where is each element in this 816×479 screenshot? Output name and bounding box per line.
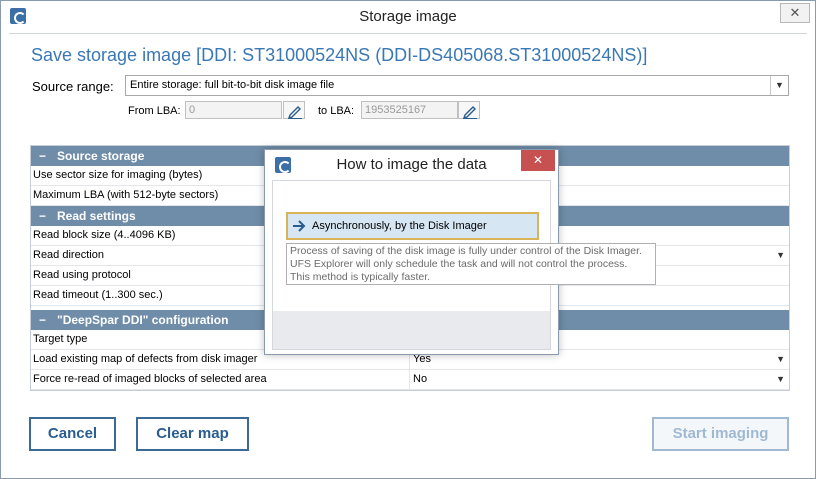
- row-name: Load existing map of defects from disk i…: [33, 353, 258, 365]
- arrow-right-icon: [293, 220, 306, 232]
- cancel-button[interactable]: Cancel: [29, 417, 116, 451]
- row-value[interactable]: No: [413, 370, 427, 389]
- pencil-icon: [287, 106, 302, 119]
- tooltip-line: This method is typically faster.: [290, 271, 431, 283]
- row-name: Read using protocol: [33, 269, 131, 281]
- group-title: Read settings: [57, 209, 136, 223]
- edit-to-lba-button[interactable]: [458, 101, 480, 119]
- start-imaging-button[interactable]: Start imaging: [652, 417, 789, 451]
- row-name: Maximum LBA (with 512-byte sectors): [33, 189, 219, 201]
- from-lba-input[interactable]: 0: [185, 101, 282, 119]
- pencil-icon: [462, 106, 477, 119]
- to-lba-label: to LBA:: [318, 105, 355, 117]
- async-option-button[interactable]: Asynchronously, by the Disk Imager: [286, 212, 539, 240]
- window-title: Storage image: [359, 8, 457, 25]
- grid-row[interactable]: Force re-read of imaged blocks of select…: [31, 370, 789, 390]
- row-name: Target type: [33, 333, 88, 345]
- row-name: Use sector size for imaging (bytes): [33, 169, 203, 181]
- title-bar: Storage image ✕: [1, 1, 815, 33]
- option-label: Asynchronously, by the Disk Imager: [312, 220, 487, 232]
- group-title: Source storage: [57, 149, 145, 163]
- collapse-icon[interactable]: −: [39, 206, 57, 226]
- dialog-title: How to image the data: [336, 156, 487, 173]
- chevron-down-icon[interactable]: ▼: [770, 76, 788, 95]
- column-divider: [409, 370, 410, 389]
- collapse-icon[interactable]: −: [39, 146, 57, 166]
- window-close-button[interactable]: ✕: [780, 3, 810, 23]
- from-lba-label: From LBA:: [128, 105, 181, 117]
- row-name: Force re-read of imaged blocks of select…: [33, 373, 267, 385]
- group-title: "DeepSpar DDI" configuration: [57, 313, 229, 327]
- option-tooltip: Process of saving of the disk image is f…: [286, 243, 656, 285]
- edit-from-lba-button[interactable]: [283, 101, 305, 119]
- chevron-down-icon[interactable]: ▼: [776, 246, 785, 265]
- chevron-down-icon[interactable]: ▼: [776, 350, 785, 369]
- clear-map-button[interactable]: Clear map: [136, 417, 249, 451]
- source-range-select[interactable]: Entire storage: full bit-to-bit disk ima…: [125, 75, 789, 96]
- row-name: Read block size (4..4096 KB): [33, 229, 176, 241]
- source-range-value: Entire storage: full bit-to-bit disk ima…: [130, 79, 335, 91]
- page-title: Save storage image [DDI: ST31000524NS (D…: [31, 45, 648, 65]
- tooltip-line: Process of saving of the disk image is f…: [290, 245, 642, 257]
- chevron-down-icon[interactable]: ▼: [776, 370, 785, 389]
- to-lba-input[interactable]: 1953525167: [361, 101, 458, 119]
- tooltip-line: UFS Explorer will only schedule the task…: [290, 258, 628, 270]
- source-range-label: Source range:: [32, 79, 114, 94]
- row-name: Read timeout (1..300 sec.): [33, 289, 163, 301]
- dialog-close-button[interactable]: ✕: [521, 150, 555, 171]
- row-name: Read direction: [33, 249, 104, 261]
- collapse-icon[interactable]: −: [39, 310, 57, 330]
